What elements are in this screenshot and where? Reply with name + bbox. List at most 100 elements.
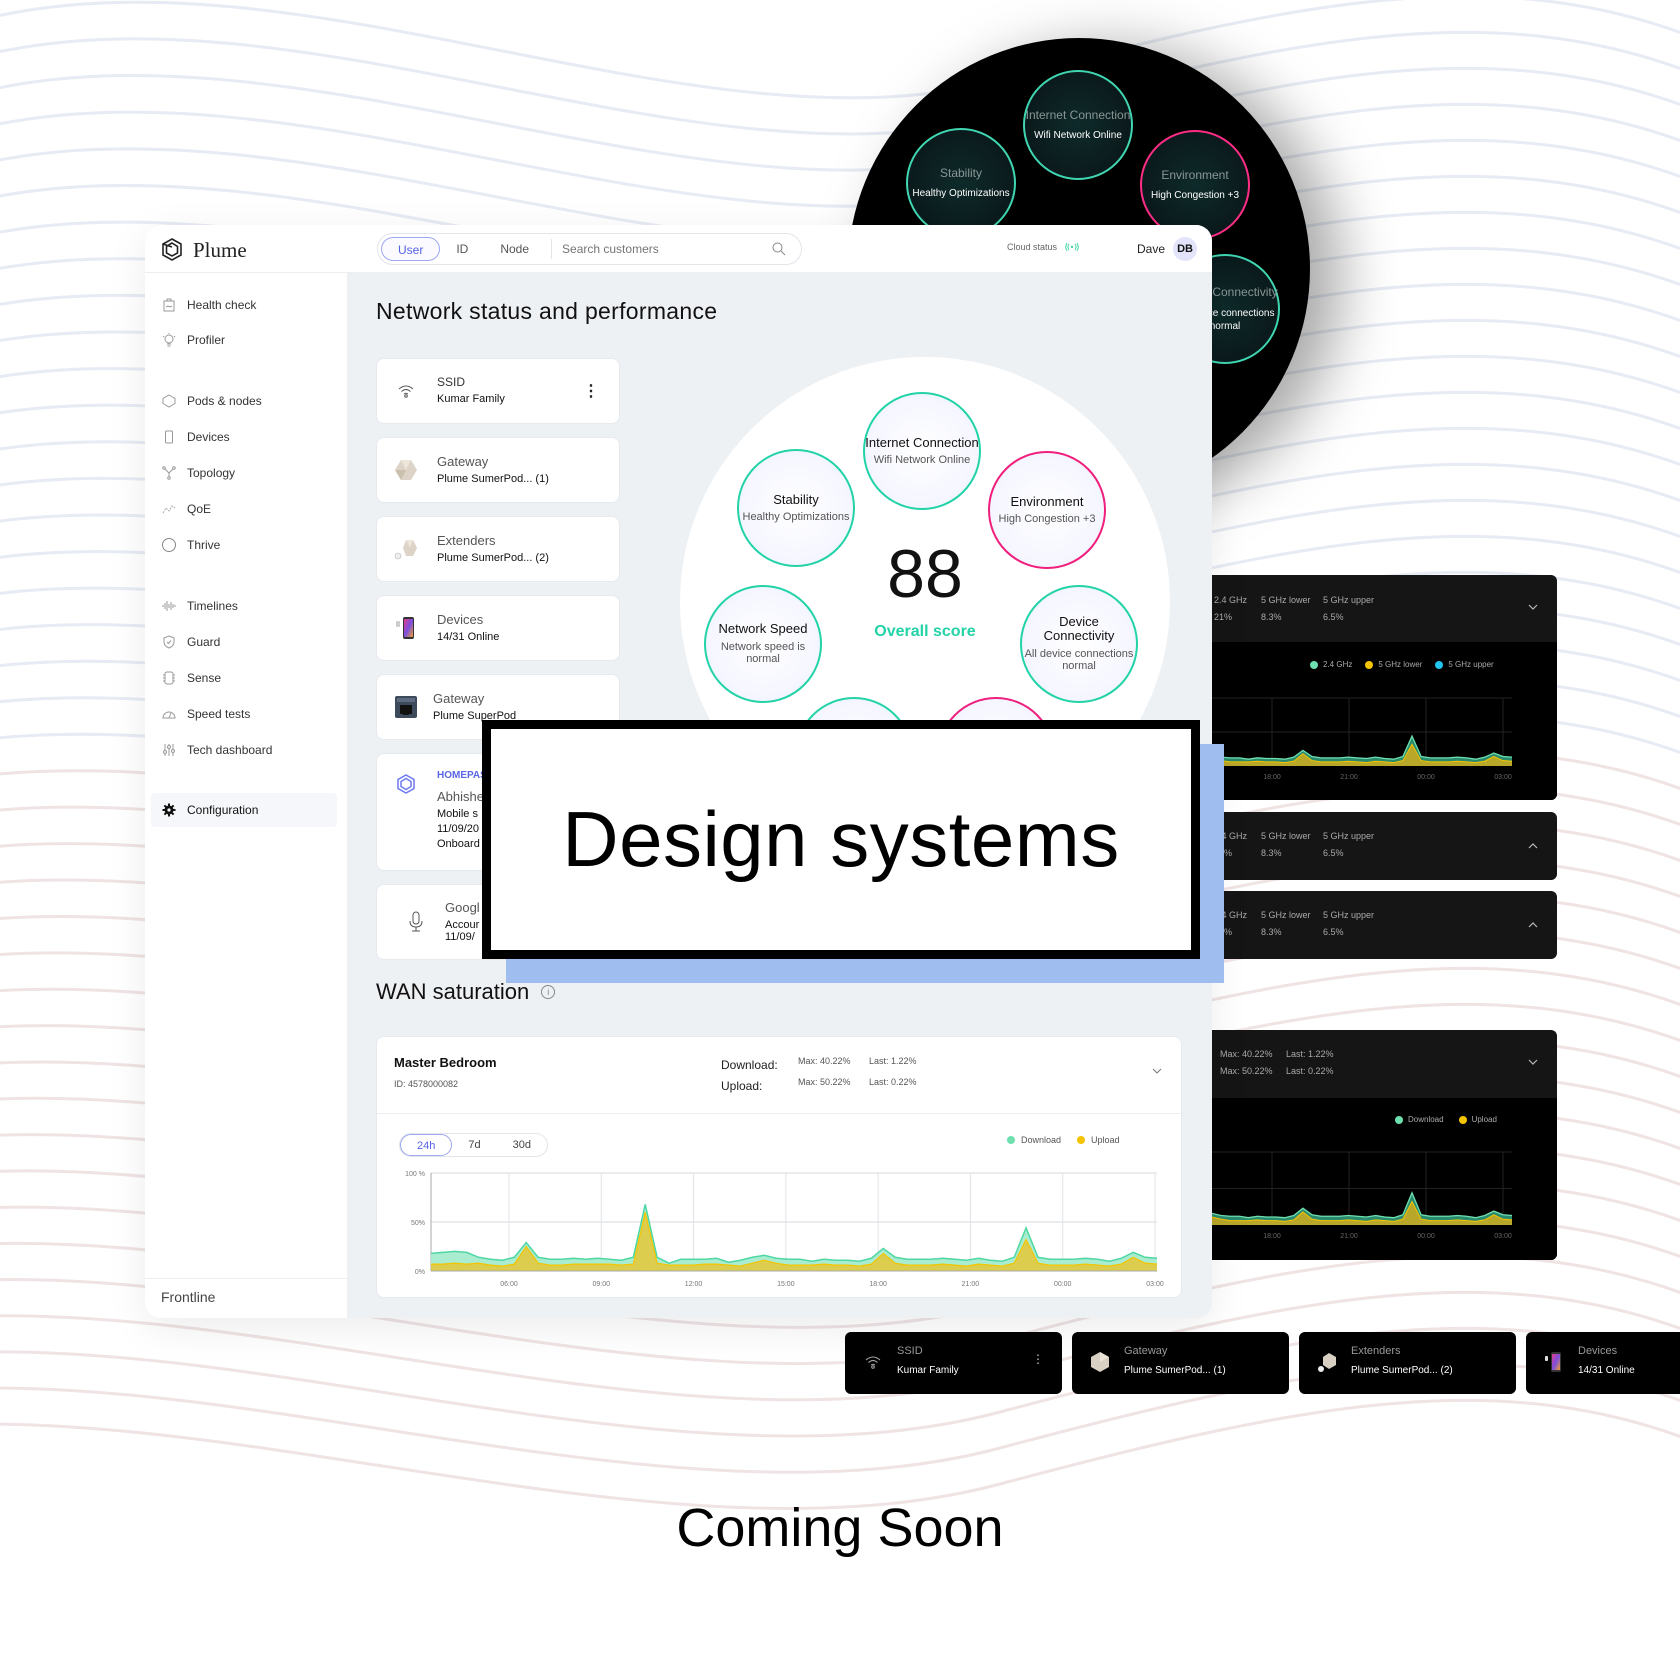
wan-last-download: Last: 1.22% (1286, 1049, 1334, 1059)
band-header: 5 GHz upper (1323, 910, 1375, 920)
dark-tile-gateway[interactable]: Gateway Plume SumerPod... (1) (1072, 1332, 1289, 1394)
sidebar-item-tech-dashboard[interactable]: Tech dashboard (161, 739, 272, 761)
lightbulb-icon (161, 332, 177, 348)
sidebar-item-pods-nodes[interactable]: Pods & nodes (161, 390, 262, 412)
sidebar-item-topology[interactable]: Topology (161, 462, 235, 484)
circle-icon (161, 537, 177, 553)
sidebar-item-health-check[interactable]: Health check (161, 294, 256, 316)
x-tick-label: 12:00 (685, 1281, 703, 1288)
dark-x-tick-label: 21:00 (1340, 1233, 1358, 1240)
brand-logo[interactable]: Plume (159, 237, 247, 263)
card-line: 11/09/ (445, 931, 475, 943)
dark-tile-ssid[interactable]: SSID Kumar Family ⋮ (845, 1332, 1062, 1394)
chevron-down-icon[interactable] (1527, 601, 1539, 613)
card-ssid[interactable]: SSID Kumar Family ⋮ (376, 358, 620, 424)
legend-dot-5ghz-lower (1365, 660, 1374, 669)
card-gateway[interactable]: Gateway Plume SumerPod... (1) (376, 437, 620, 503)
chevron-down-icon[interactable] (1527, 1056, 1539, 1068)
dark-x-tick-label: 21:00 (1340, 774, 1358, 781)
brand-name: Plume (193, 237, 247, 262)
cloud-status[interactable]: Cloud status (1007, 242, 1079, 252)
wan-max-upload: Max: 50.22% (1220, 1066, 1273, 1076)
chevron-down-icon[interactable] (1151, 1065, 1163, 1077)
band-value: 6.5% (1323, 848, 1344, 858)
sidebar-item-profiler[interactable]: Profiler (161, 329, 225, 351)
score-circle-status: Network speed is normal (720, 640, 806, 666)
dark-wan-header[interactable]: Max: 40.22% Last: 1.22% Max: 50.22% Last… (1212, 1030, 1557, 1097)
dark-x-tick-label: 18:00 (1263, 774, 1281, 781)
card-label: Gateway (437, 454, 489, 469)
search-input[interactable] (562, 242, 763, 256)
overall-score-label: Overall score (874, 623, 976, 640)
avatar[interactable]: DB (1173, 237, 1198, 261)
card-extenders[interactable]: Extenders Plume SumerPod... (2) (376, 516, 620, 582)
legend-label: 2.4 GHz (1323, 660, 1353, 669)
shield-icon (161, 634, 177, 650)
band-header: 5 GHz upper (1323, 595, 1375, 605)
range-7d[interactable]: 7d (452, 1134, 496, 1156)
sidebar-item-guard[interactable]: Guard (161, 631, 220, 653)
dark-tile-extenders[interactable]: Extenders Plume SumerPod... (2) (1299, 1332, 1516, 1394)
search-divider (551, 239, 553, 259)
band-value: 21% (1214, 612, 1233, 622)
overall-score-value: 88 (887, 536, 963, 612)
sidebar-item-label: Configuration (187, 803, 259, 817)
dark-band-header[interactable]: 2.4 GHz 5 GHz lower 5 GHz upper 21% 8.3%… (1212, 575, 1557, 642)
dark-band-panel-collapsed-1[interactable]: 2.4 GHz 5 GHz lower 5 GHz upper 21% 8.3%… (1212, 812, 1557, 880)
sidebar-item-qoe[interactable]: QoE (161, 498, 211, 520)
sidebar-item-thrive[interactable]: Thrive (161, 534, 220, 556)
card-value: Kumar Family (437, 393, 505, 405)
x-tick-label: 21:00 (962, 1281, 980, 1288)
customer-search: User ID Node (377, 233, 802, 265)
dark-band-panel-collapsed-2[interactable]: 2.4 GHz 5 GHz lower 5 GHz upper 21% 8.3%… (1212, 891, 1557, 959)
search-mode-user[interactable]: User (381, 237, 441, 261)
more-vertical-icon[interactable]: ⋮ (583, 381, 599, 401)
dark-x-tick-label: 00:00 (1417, 1233, 1435, 1240)
card-label: Gateway (433, 691, 485, 706)
plume-logo-icon (162, 238, 182, 261)
sliders-icon (161, 742, 177, 758)
search-mode-id[interactable]: ID (440, 237, 484, 261)
band-value: 8.3% (1261, 927, 1282, 937)
sidebar-item-label: Health check (187, 298, 257, 312)
banner-text: Design systems (562, 795, 1120, 883)
search-icon[interactable] (771, 241, 787, 257)
sidebar-item-timelines[interactable]: Timelines (161, 595, 238, 617)
band-value: 8.3% (1261, 848, 1282, 858)
sidebar-item-devices[interactable]: Devices (161, 426, 230, 448)
chevron-up-icon[interactable] (1527, 840, 1539, 852)
dark-tile-devices[interactable]: Devices 14/31 Online (1526, 1332, 1680, 1394)
band-value: 6.5% (1323, 927, 1344, 937)
card-devices[interactable]: Devices 14/31 Online (376, 595, 620, 661)
range-24h[interactable]: 24h (400, 1134, 453, 1156)
sidebar-item-sense[interactable]: Sense (161, 667, 221, 689)
search-mode-node[interactable]: Node (484, 237, 545, 261)
more-vertical-icon[interactable]: ⋮ (1032, 1352, 1044, 1366)
sidebar-item-speed-tests[interactable]: Speed tests (161, 703, 250, 725)
user-menu[interactable]: Dave DB (1137, 237, 1198, 261)
sidebar-item-label: Timelines (187, 599, 238, 613)
sidebar-item-label: Sense (187, 671, 222, 685)
page-title: Network status and performance (376, 298, 718, 324)
range-30d[interactable]: 30d (497, 1134, 547, 1156)
sidebar-item-label: Tech dashboard (187, 743, 273, 757)
dark-wan-area-chart: 18:00 21:00 00:00 03:00 (1212, 1151, 1513, 1240)
sidebar-item-label: Speed tests (187, 707, 251, 721)
sidebar-item-configuration[interactable]: Configuration (151, 793, 337, 827)
band-header: 5 GHz lower (1261, 910, 1311, 920)
chevron-up-icon[interactable] (1527, 919, 1539, 931)
coming-soon-text: Coming Soon (676, 1498, 1004, 1558)
waveform-icon (161, 598, 177, 614)
phone-icon (393, 615, 419, 641)
score-circle-internet[interactable]: Internet Connection Wifi Network Online (863, 392, 981, 510)
dark-circle-status: Healthy Optimizations (912, 188, 1010, 200)
score-circle-title: Environment (1010, 493, 1084, 509)
legend-label-download: Download (1021, 1135, 1062, 1145)
wan-card-header[interactable]: Master Bedroom ID: 4578000082 Download: … (377, 1037, 1181, 1114)
ethernet-gateway-icon (393, 694, 419, 720)
extender-icon (393, 536, 419, 562)
info-icon[interactable]: i (541, 985, 556, 999)
dark-x-tick-label: 03:00 (1494, 1233, 1512, 1240)
wan-area-chart: 100 % 50% 0% 06:00 09:00 12:00 15:00 18:00 21:00… (405, 1171, 1164, 1288)
card-label: Googl (445, 900, 480, 915)
